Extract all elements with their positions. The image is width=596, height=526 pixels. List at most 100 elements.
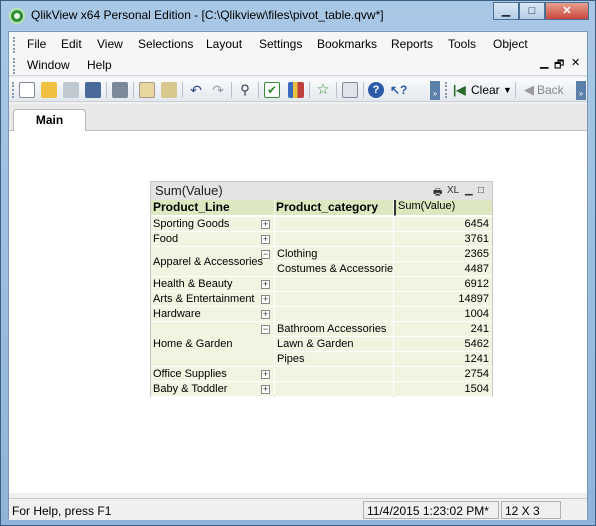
expand-icon[interactable]: + [261, 295, 270, 304]
menu-selections[interactable]: Selections [138, 37, 193, 51]
clear-dropdown-chevron-icon[interactable]: ▼ [503, 85, 512, 95]
doc-close-icon[interactable]: ✕ [571, 56, 580, 69]
cell-product-category[interactable] [275, 367, 393, 382]
cell-product-category[interactable]: Bathroom Accessories [275, 322, 393, 337]
menu-layout[interactable]: Layout [206, 37, 242, 51]
toolbar: ↶ ↷ ⚲ ✔ ☆ ? ↖? » |◀ Clear ▼ ◀ Back » [9, 78, 587, 102]
cell-product-line[interactable]: Office Supplies [151, 367, 274, 382]
cell-sum-value: 1504 [394, 382, 492, 397]
cell-product-category[interactable]: Costumes & Accessories [275, 262, 393, 277]
cell-sum-value: 6912 [394, 277, 492, 292]
cell-product-line[interactable]: Sporting Goods [151, 217, 274, 232]
chart-icon[interactable] [288, 82, 304, 98]
menu-tools[interactable]: Tools [448, 37, 476, 51]
expand-icon[interactable]: + [261, 385, 270, 394]
back-icon[interactable]: ◀ [521, 82, 537, 98]
menu-reports[interactable]: Reports [391, 37, 433, 51]
cell-product-line[interactable]: Health & Beauty [151, 277, 274, 292]
redo-icon[interactable]: ↷ [210, 82, 226, 98]
cell-sum-value: 6454 [394, 217, 492, 232]
pivot-caption[interactable]: Sum(Value) 🖶 XL ▁ □ [151, 182, 492, 200]
maximize-object-icon[interactable]: □ [478, 185, 484, 196]
header-product-category[interactable]: Product_category [275, 200, 393, 216]
client-area: File Edit View Selections Layout Setting… [8, 31, 588, 520]
menu-edit[interactable]: Edit [61, 37, 82, 51]
menu-bookmarks[interactable]: Bookmarks [317, 37, 377, 51]
header-sum-value[interactable]: Sum(Value) [394, 200, 492, 216]
cell-sum-value: 3761 [394, 232, 492, 247]
cell-product-category[interactable] [275, 232, 393, 247]
search-icon[interactable]: ⚲ [237, 82, 253, 98]
menu-grip[interactable] [13, 37, 16, 53]
minimize-object-icon[interactable]: ▁ [465, 185, 473, 196]
minimize-button[interactable]: ▁ [493, 2, 519, 20]
back-button-label[interactable]: Back [537, 83, 564, 97]
cell-product-category[interactable] [275, 382, 393, 397]
cell-product-category[interactable]: Clothing [275, 247, 393, 262]
pivot-table[interactable]: Sum(Value) 🖶 XL ▁ □ Product_Line Product… [150, 181, 493, 397]
cell-product-line[interactable]: Hardware [151, 307, 274, 322]
toolbar-separator [515, 82, 516, 98]
menu-help[interactable]: Help [87, 58, 112, 72]
properties-icon[interactable] [342, 82, 358, 98]
expand-icon[interactable]: + [261, 220, 270, 229]
edit-script-icon[interactable] [139, 82, 155, 98]
cell-product-line[interactable]: Baby & Toddler [151, 382, 274, 397]
open-icon[interactable] [41, 82, 57, 98]
cell-product-category[interactable] [275, 307, 393, 322]
expand-icon[interactable]: + [261, 310, 270, 319]
collapse-icon[interactable]: − [261, 325, 270, 334]
menu-settings[interactable]: Settings [259, 37, 302, 51]
save-icon[interactable] [85, 82, 101, 98]
new-icon[interactable] [19, 82, 35, 98]
menu-view[interactable]: View [97, 37, 123, 51]
check-icon[interactable]: ✔ [264, 82, 280, 98]
cell-product-line[interactable]: Home & Garden [151, 322, 274, 367]
toolbar-separator [182, 82, 183, 98]
expand-icon[interactable]: + [261, 370, 270, 379]
toolbar-overflow-chevron-icon-2[interactable]: » [576, 81, 586, 100]
reload-icon[interactable] [63, 82, 79, 98]
cell-product-category[interactable] [275, 277, 393, 292]
reload-data-icon[interactable] [161, 82, 177, 98]
menu-grip-2[interactable] [13, 58, 16, 74]
cell-product-line[interactable]: Food [151, 232, 274, 247]
print-icon[interactable] [112, 82, 128, 98]
help-icon[interactable]: ? [368, 82, 384, 98]
sheet-canvas[interactable]: Sum(Value) 🖶 XL ▁ □ Product_Line Product… [9, 131, 587, 493]
cell-sum-value: 1241 [394, 352, 492, 367]
header-product-line[interactable]: Product_Line [151, 200, 274, 216]
doc-minimize-icon[interactable]: ▁ [540, 56, 548, 69]
cell-product-line[interactable]: Apparel & Accessories [151, 247, 274, 277]
bookmark-star-icon[interactable]: ☆ [315, 82, 331, 98]
expand-icon[interactable]: + [261, 280, 270, 289]
expand-icon[interactable]: + [261, 235, 270, 244]
title-bar[interactable]: QlikView x64 Personal Edition - [C:\Qlik… [1, 1, 595, 31]
menu-window[interactable]: Window [27, 58, 70, 72]
toolbar-separator [336, 82, 337, 98]
toolbar-separator [133, 82, 134, 98]
menu-file[interactable]: File [27, 37, 46, 51]
clear-icon[interactable]: |◀ [453, 82, 469, 98]
menu-object[interactable]: Object [493, 37, 528, 51]
help-pointer-icon[interactable]: ↖? [390, 82, 407, 98]
collapse-icon[interactable]: − [261, 250, 270, 259]
close-button[interactable]: ✕ [545, 2, 589, 20]
cell-product-line[interactable]: Arts & Entertainment [151, 292, 274, 307]
maximize-button[interactable]: □ [519, 2, 545, 20]
app-window: QlikView x64 Personal Edition - [C:\Qlik… [0, 0, 596, 526]
doc-restore-icon[interactable]: 🗗 [554, 56, 564, 75]
cell-product-category[interactable] [275, 292, 393, 307]
cell-product-category[interactable] [275, 217, 393, 232]
tab-main[interactable]: Main [13, 109, 86, 132]
toolbar-grip[interactable] [12, 82, 15, 98]
undo-icon[interactable]: ↶ [188, 82, 204, 98]
cell-product-category[interactable]: Lawn & Garden [275, 337, 393, 352]
cell-product-category[interactable]: Pipes [275, 352, 393, 367]
cell-sum-value: 4487 [394, 262, 492, 277]
toolbar-overflow-chevron-icon[interactable]: » [430, 81, 440, 100]
excel-export-icon[interactable]: XL [447, 185, 459, 196]
toolbar-grip[interactable] [445, 82, 448, 98]
clear-button-label[interactable]: Clear [471, 83, 500, 97]
status-bar: For Help, press F1 11/4/2015 1:23:02 PM*… [9, 498, 587, 520]
